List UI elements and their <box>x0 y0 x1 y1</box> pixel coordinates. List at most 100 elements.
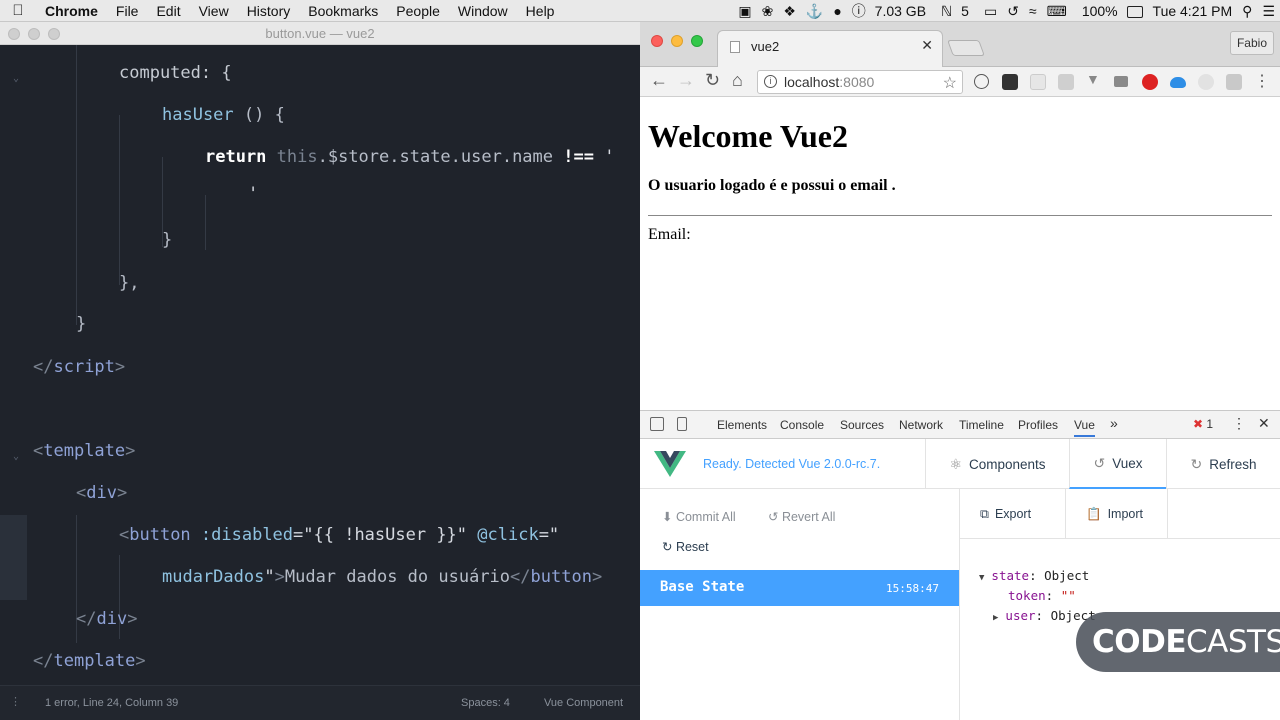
device-toolbar-icon[interactable] <box>677 417 687 431</box>
browser-tab[interactable]: vue2 ✕ <box>717 30 943 67</box>
tab-profiles[interactable]: Profiles <box>1018 418 1058 432</box>
wifi-icon[interactable]: ≈ <box>1024 3 1042 19</box>
download-extension-icon[interactable] <box>1226 74 1242 90</box>
clock[interactable]: Tue 4:21 PM <box>1148 3 1238 19</box>
spotlight-icon[interactable]: ⚲ <box>1237 3 1257 20</box>
menu-file[interactable]: File <box>107 3 148 19</box>
tab-timeline[interactable]: Timeline <box>959 418 1004 432</box>
base-state-entry[interactable]: Base State 15:58:47 <box>640 570 959 606</box>
home-icon[interactable]: ⌂ <box>732 70 743 91</box>
vue-tab-vuex[interactable]: ↺ Vuex <box>1069 439 1166 489</box>
code-token: " <box>264 567 275 587</box>
menu-bookmarks[interactable]: Bookmarks <box>299 3 387 19</box>
extension-icon[interactable] <box>1030 74 1046 90</box>
bookmark-star-icon[interactable]: ☆ <box>943 73 957 93</box>
status-position[interactable]: 1 error, Line 24, Column 39 <box>45 697 178 709</box>
token-key: token <box>1008 588 1046 603</box>
state-tree-user[interactable]: ▶ user: Object <box>993 608 1096 623</box>
close-devtools-icon[interactable]: ✕ <box>1258 415 1270 432</box>
status-syntax[interactable]: Vue Component <box>544 697 623 709</box>
adblock-plus-icon[interactable] <box>1142 74 1158 90</box>
vue-tab-components[interactable]: ⚛ Components <box>925 439 1069 489</box>
tab-sources[interactable]: Sources <box>840 418 884 432</box>
commit-all-button[interactable]: ⬇ Commit All <box>662 509 736 524</box>
nu-indicator[interactable]: ℕ 5 <box>936 3 979 20</box>
menu-people[interactable]: People <box>387 3 449 19</box>
battery-indicator[interactable]: 100% <box>1072 3 1148 19</box>
code-token: button <box>129 525 191 545</box>
notification-center-icon[interactable]: ☰ <box>1257 3 1280 20</box>
menu-help[interactable]: Help <box>517 3 564 19</box>
back-icon[interactable]: ← <box>650 70 668 91</box>
error-badge[interactable]: ✖ 1 <box>1193 417 1213 431</box>
memory-indicator[interactable]: ⓘ 7.03 GB <box>847 1 936 21</box>
docker-icon[interactable]: ⚓ <box>801 3 828 20</box>
menu-history[interactable]: History <box>238 3 300 19</box>
revert-all-button[interactable]: ↺ Revert All <box>768 509 835 524</box>
clipboard-icon: 📋 <box>1086 506 1102 521</box>
close-tab-icon[interactable]: ✕ <box>921 37 933 54</box>
close-window-button[interactable] <box>651 35 663 47</box>
battery-value: 100% <box>1081 3 1118 19</box>
forward-icon[interactable]: → <box>677 70 695 91</box>
vue-devtools-extension-icon[interactable]: ▼ <box>1086 71 1102 87</box>
extension-icon[interactable] <box>1198 74 1214 90</box>
code-token: button <box>530 567 592 587</box>
reset-button[interactable]: ↻ Reset <box>662 539 709 554</box>
chrome-menu-icon[interactable]: ⋮ <box>1254 71 1270 91</box>
indent-guide <box>205 195 206 250</box>
codecasts-watermark: CODE CASTS <box>1076 612 1280 672</box>
camera-extension-icon[interactable] <box>1114 76 1128 87</box>
cloud-extension-icon[interactable] <box>1170 77 1186 88</box>
commit-all-label: Commit All <box>675 510 736 524</box>
fold-arrow-icon[interactable]: ⌄ <box>13 451 19 462</box>
devtools-menu-icon[interactable]: ⋮ <box>1232 415 1246 432</box>
menu-app-chrome[interactable]: Chrome <box>36 3 107 19</box>
tab-console[interactable]: Console <box>780 418 824 432</box>
keyboard-icon[interactable]: ⌨ <box>1042 3 1072 20</box>
code-token: !== <box>563 147 594 167</box>
apple-icon[interactable]:  <box>0 2 36 19</box>
code-token: hasUser <box>162 105 234 125</box>
code-area[interactable]: ⌄ ⌄ computed: { hasUser () { return this… <box>0 45 640 685</box>
code-editor-window: button.vue — vue2 ⌄ ⌄ computed: { hasUse… <box>0 22 640 720</box>
pinwheel-icon[interactable]: ❀ <box>757 3 779 20</box>
inspect-element-icon[interactable] <box>650 417 664 431</box>
code-line: mudarDados">Mudar dados do usuário</butt… <box>162 567 603 587</box>
state-tree-root[interactable]: ▼ state: Object <box>979 568 1089 583</box>
new-tab-button[interactable] <box>947 40 985 56</box>
history-icon: ↺ <box>1093 454 1106 471</box>
vue-tab-label: Refresh <box>1209 456 1257 472</box>
airplay-icon[interactable]: ▭ <box>979 3 1002 20</box>
profile-button[interactable]: Fabio <box>1229 31 1274 55</box>
time-machine-icon[interactable]: ↺ <box>1002 3 1024 20</box>
buffer-extension-icon[interactable] <box>1002 74 1018 90</box>
code-token: }, <box>119 273 140 293</box>
tab-elements[interactable]: Elements <box>717 418 767 432</box>
reload-icon[interactable]: ↻ <box>705 70 720 91</box>
extension-icon[interactable] <box>1058 74 1074 90</box>
components-icon: ⚛ <box>949 455 962 472</box>
panel-toggle-icon[interactable]: ⋮ <box>10 695 21 708</box>
site-info-icon[interactable]: i <box>764 75 777 88</box>
import-button[interactable]: 📋 Import <box>1066 489 1168 539</box>
menu-edit[interactable]: Edit <box>147 3 189 19</box>
menu-window[interactable]: Window <box>449 3 517 19</box>
tab-network[interactable]: Network <box>899 418 943 432</box>
minimize-window-button[interactable] <box>671 35 683 47</box>
camera-icon[interactable]: ▣ <box>733 3 756 20</box>
address-bar[interactable]: i localhost:8080 ☆ <box>757 70 963 94</box>
more-tabs-icon[interactable]: » <box>1110 415 1118 431</box>
tab-vue[interactable]: Vue <box>1074 418 1095 437</box>
status-indentation[interactable]: Spaces: 4 <box>461 697 510 709</box>
circle-dot-icon[interactable]: ● <box>828 3 846 19</box>
code-token: mudarDados <box>162 567 265 587</box>
browser-toolbar: ← → ↻ ⌂ i localhost:8080 ☆ ▼ ⋮ <box>640 67 1280 97</box>
menu-view[interactable]: View <box>190 3 238 19</box>
dropbox-icon[interactable]: ❖ <box>778 3 801 20</box>
vue-tab-refresh[interactable]: ↻ Refresh <box>1166 439 1280 489</box>
export-button[interactable]: ⧉ Export <box>960 489 1066 539</box>
fold-arrow-icon[interactable]: ⌄ <box>13 73 19 84</box>
extension-info-icon[interactable] <box>974 74 989 89</box>
zoom-window-button[interactable] <box>691 35 703 47</box>
